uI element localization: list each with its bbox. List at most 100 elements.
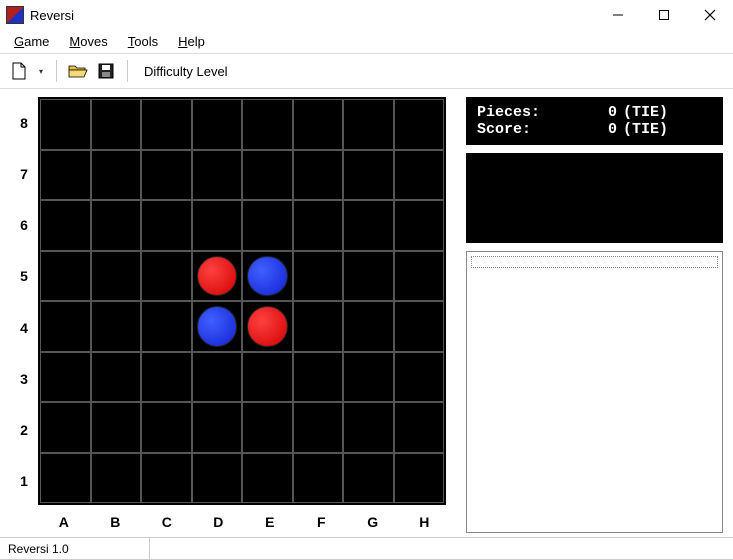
square-B4[interactable] [91, 301, 142, 352]
status-bar: Reversi 1.0 [0, 537, 733, 559]
separator [56, 60, 57, 82]
square-A6[interactable] [40, 200, 91, 251]
new-dropdown[interactable]: ▾ [36, 67, 46, 76]
square-C2[interactable] [141, 402, 192, 453]
square-G5[interactable] [343, 251, 394, 302]
square-A7[interactable] [40, 150, 91, 201]
close-icon [704, 9, 716, 21]
menu-help[interactable]: Help [170, 32, 213, 51]
square-A8[interactable] [40, 99, 91, 150]
minimize-icon [612, 9, 624, 21]
square-E5[interactable] [242, 251, 293, 302]
square-H7[interactable] [394, 150, 445, 201]
move-list-header [471, 256, 718, 268]
square-D2[interactable] [192, 402, 243, 453]
square-D6[interactable] [192, 200, 243, 251]
square-H6[interactable] [394, 200, 445, 251]
file-label: E [244, 507, 296, 537]
score-row: Score: 0 (TIE) [477, 121, 712, 138]
rank-label: 6 [10, 200, 38, 251]
square-A4[interactable] [40, 301, 91, 352]
menu-tools[interactable]: Tools [120, 32, 166, 51]
new-button[interactable] [8, 60, 30, 82]
square-D7[interactable] [192, 150, 243, 201]
square-G1[interactable] [343, 453, 394, 504]
close-button[interactable] [687, 0, 733, 30]
square-F8[interactable] [293, 99, 344, 150]
square-G3[interactable] [343, 352, 394, 403]
square-C4[interactable] [141, 301, 192, 352]
square-B8[interactable] [91, 99, 142, 150]
save-floppy-icon [98, 63, 114, 79]
square-E4[interactable] [242, 301, 293, 352]
square-A5[interactable] [40, 251, 91, 302]
file-label: D [193, 507, 245, 537]
square-E2[interactable] [242, 402, 293, 453]
square-F7[interactable] [293, 150, 344, 201]
square-H3[interactable] [394, 352, 445, 403]
minimize-button[interactable] [595, 0, 641, 30]
square-E8[interactable] [242, 99, 293, 150]
square-G6[interactable] [343, 200, 394, 251]
square-G8[interactable] [343, 99, 394, 150]
square-B2[interactable] [91, 402, 142, 453]
square-F1[interactable] [293, 453, 344, 504]
square-D5[interactable] [192, 251, 243, 302]
save-button[interactable] [95, 60, 117, 82]
main-area: 12345678 ABCDEFGH Pieces: 0 (TIE) Score:… [0, 89, 733, 537]
square-A3[interactable] [40, 352, 91, 403]
open-button[interactable] [67, 60, 89, 82]
square-B6[interactable] [91, 200, 142, 251]
square-G4[interactable] [343, 301, 394, 352]
square-D8[interactable] [192, 99, 243, 150]
square-C6[interactable] [141, 200, 192, 251]
menu-moves[interactable]: Moves [61, 32, 115, 51]
square-E1[interactable] [242, 453, 293, 504]
menu-game[interactable]: Game [6, 32, 57, 51]
square-F6[interactable] [293, 200, 344, 251]
square-C1[interactable] [141, 453, 192, 504]
square-E3[interactable] [242, 352, 293, 403]
move-list-panel[interactable] [466, 251, 723, 533]
rank-labels: 12345678 [10, 97, 38, 507]
square-A1[interactable] [40, 453, 91, 504]
square-H5[interactable] [394, 251, 445, 302]
square-B5[interactable] [91, 251, 142, 302]
square-F5[interactable] [293, 251, 344, 302]
square-E6[interactable] [242, 200, 293, 251]
rank-label: 1 [10, 456, 38, 507]
square-D3[interactable] [192, 352, 243, 403]
piece-blue [197, 306, 238, 347]
square-B3[interactable] [91, 352, 142, 403]
square-H4[interactable] [394, 301, 445, 352]
maximize-button[interactable] [641, 0, 687, 30]
new-file-icon [11, 62, 27, 80]
file-labels: ABCDEFGH [38, 507, 450, 537]
square-H8[interactable] [394, 99, 445, 150]
square-C7[interactable] [141, 150, 192, 201]
square-C5[interactable] [141, 251, 192, 302]
square-H1[interactable] [394, 453, 445, 504]
piece-blue [247, 256, 288, 297]
square-G7[interactable] [343, 150, 394, 201]
square-D1[interactable] [192, 453, 243, 504]
score-panel: Pieces: 0 (TIE) Score: 0 (TIE) [466, 97, 723, 145]
pieces-value: 0 [567, 104, 617, 121]
square-C3[interactable] [141, 352, 192, 403]
square-D4[interactable] [192, 301, 243, 352]
file-label: A [38, 507, 90, 537]
square-F3[interactable] [293, 352, 344, 403]
file-label: G [347, 507, 399, 537]
square-G2[interactable] [343, 402, 394, 453]
square-B7[interactable] [91, 150, 142, 201]
square-F2[interactable] [293, 402, 344, 453]
square-F4[interactable] [293, 301, 344, 352]
square-A2[interactable] [40, 402, 91, 453]
game-board [38, 97, 446, 505]
square-C8[interactable] [141, 99, 192, 150]
square-H2[interactable] [394, 402, 445, 453]
difficulty-label[interactable]: Difficulty Level [144, 64, 228, 79]
toolbar: ▾ Difficulty Level [0, 54, 733, 89]
square-E7[interactable] [242, 150, 293, 201]
square-B1[interactable] [91, 453, 142, 504]
